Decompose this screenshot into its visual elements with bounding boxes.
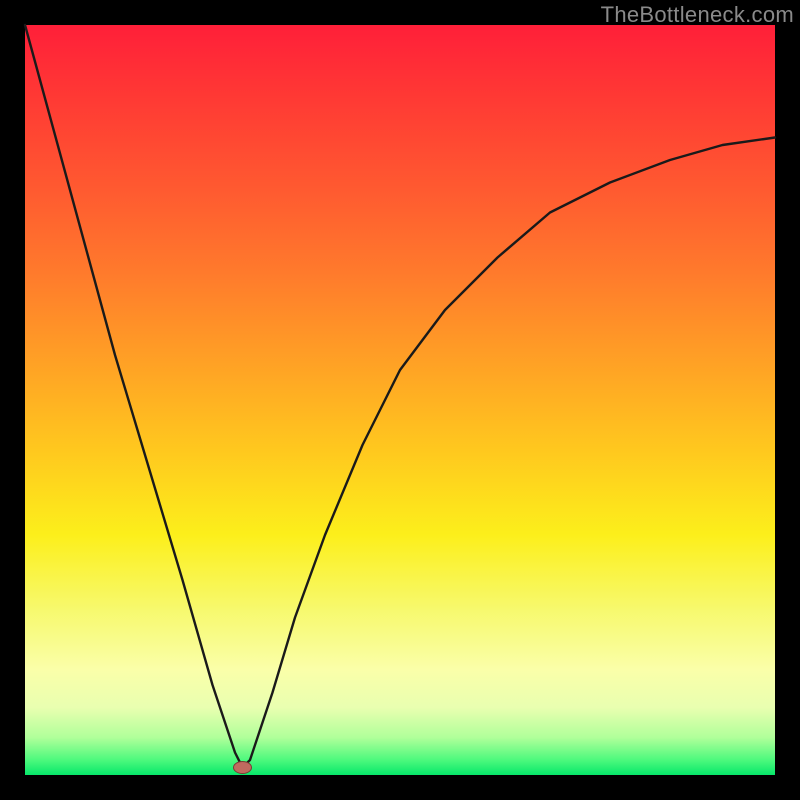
minimum-marker [234, 762, 252, 774]
chart-stage: TheBottleneck.com [0, 0, 800, 800]
bottleneck-curve [25, 25, 775, 775]
watermark-text: TheBottleneck.com [601, 2, 794, 28]
plot-area [25, 25, 775, 775]
